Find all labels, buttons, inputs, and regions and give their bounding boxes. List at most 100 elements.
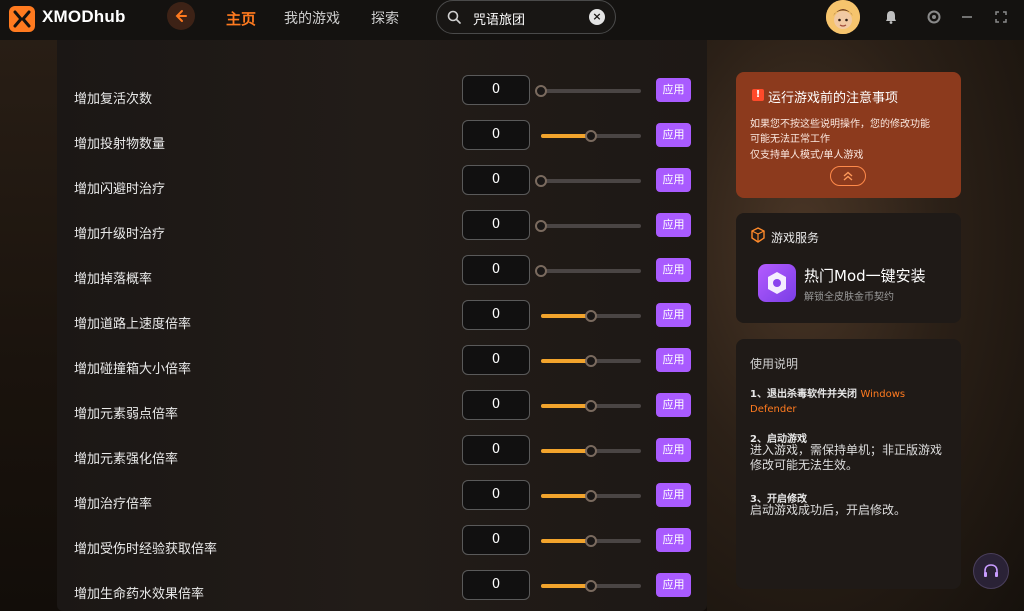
mod-option-label: 增加掉落概率 [74, 272, 153, 287]
headset-icon [984, 564, 998, 577]
slider-fill [541, 494, 591, 498]
mod-option-label: 增加元素弱点倍率 [74, 407, 179, 422]
apply-button[interactable]: 应用 [656, 393, 691, 417]
apply-button[interactable]: 应用 [656, 78, 691, 102]
apply-button[interactable]: 应用 [656, 123, 691, 147]
nav-home[interactable]: 主页 [226, 8, 256, 29]
nav-explore[interactable]: 探索 [371, 8, 399, 28]
mod-value-slider[interactable] [541, 355, 641, 367]
search-input[interactable]: 咒语旅团 [473, 9, 525, 28]
slider-handle[interactable] [535, 220, 547, 232]
slider-handle[interactable] [585, 355, 597, 367]
mod-option-row: 增加闪避时治疗 0 应用 [57, 165, 707, 211]
mod-value-input[interactable]: 0 [462, 255, 530, 285]
mod-option-row: 增加碰撞箱大小倍率 0 应用 [57, 345, 707, 391]
slider-fill [541, 584, 591, 588]
mod-option-row: 增加治疗倍率 0 应用 [57, 480, 707, 526]
package-icon [751, 227, 765, 243]
apply-button[interactable]: 应用 [656, 528, 691, 552]
mod-value-input[interactable]: 0 [462, 525, 530, 555]
search-box[interactable]: 咒语旅团 × [436, 0, 616, 34]
mod-option-label: 增加投射物数量 [74, 137, 166, 152]
mod-value-slider[interactable] [535, 175, 641, 187]
app-brand: XMODhub [42, 7, 126, 26]
mod-value-input[interactable]: 0 [462, 210, 530, 240]
apply-button[interactable]: 应用 [656, 573, 691, 597]
apply-button[interactable]: 应用 [656, 168, 691, 192]
mod-value-input[interactable]: 0 [462, 570, 530, 600]
mod-option-label: 增加元素强化倍率 [74, 452, 179, 467]
apply-button[interactable]: 应用 [656, 438, 691, 462]
mod-value-input[interactable]: 0 [462, 120, 530, 150]
search-icon [447, 10, 461, 24]
mod-install-icon[interactable] [758, 264, 796, 302]
mod-value-slider[interactable] [541, 445, 641, 457]
top-bar: XMODhub 主页 我的游戏 探索 咒语旅团 × [0, 0, 1024, 40]
apply-button[interactable]: 应用 [656, 303, 691, 327]
mod-value-input[interactable]: 0 [462, 165, 530, 195]
slider-handle[interactable] [585, 535, 597, 547]
settings-icon[interactable] [923, 6, 945, 28]
slider-handle[interactable] [535, 175, 547, 187]
mod-value-slider[interactable] [541, 310, 641, 322]
apply-button[interactable]: 应用 [656, 348, 691, 372]
mod-option-label: 增加碰撞箱大小倍率 [74, 362, 192, 377]
mod-value-slider[interactable] [541, 490, 641, 502]
support-button[interactable] [973, 553, 1009, 589]
mod-value-input[interactable]: 0 [462, 390, 530, 420]
mod-options-panel: 增加复活次数 0 应用 增加投射物数量 0 应用 增加闪避时治疗 0 应用 增加升级时治疗 0 应用增… [57, 40, 707, 611]
user-avatar[interactable] [826, 0, 860, 34]
slider-handle[interactable] [585, 310, 597, 322]
notice-title: 运行游戏前的注意事项 [768, 91, 899, 106]
slider-handle[interactable] [535, 85, 547, 97]
notice-line: 仅支持单人模式/单人游戏 [750, 150, 864, 161]
slider-handle[interactable] [585, 445, 597, 457]
back-button[interactable] [167, 2, 195, 30]
apply-button[interactable]: 应用 [656, 483, 691, 507]
step-3-body: 启动游戏成功后，开启修改。 [750, 503, 907, 517]
avatar-image [826, 0, 860, 34]
slider-handle[interactable] [585, 130, 597, 142]
maximize-icon[interactable] [990, 6, 1012, 28]
nav-my-games[interactable]: 我的游戏 [284, 8, 340, 28]
mod-install-title[interactable]: 热门Mod一键安装 [804, 265, 926, 286]
collapse-notice-button[interactable] [830, 166, 866, 186]
arrow-left-icon [175, 10, 187, 22]
mod-value-slider[interactable] [541, 580, 641, 592]
mod-value-slider[interactable] [541, 400, 641, 412]
clear-search-icon[interactable]: × [589, 9, 605, 25]
minimize-icon[interactable] [956, 6, 978, 28]
mod-option-row: 增加道路上速度倍率 0 应用 [57, 300, 707, 346]
warning-icon: ! [752, 89, 764, 101]
mod-value-input[interactable]: 0 [462, 75, 530, 105]
mod-value-input[interactable]: 0 [462, 480, 530, 510]
mod-value-input[interactable]: 0 [462, 300, 530, 330]
mod-option-label: 增加生命药水效果倍率 [74, 587, 205, 602]
mod-option-row: 增加受伤时经验获取倍率 0 应用 [57, 525, 707, 571]
mod-value-slider[interactable] [535, 220, 641, 232]
notice-line: 可能无法正常工作 [750, 134, 830, 145]
mod-option-label: 增加受伤时经验获取倍率 [74, 542, 218, 557]
mod-value-slider[interactable] [541, 535, 641, 547]
mod-value-slider[interactable] [541, 130, 641, 142]
mod-option-label: 增加治疗倍率 [74, 497, 153, 512]
mod-option-label: 增加道路上速度倍率 [74, 317, 192, 332]
step-1-heading: 1、退出杀毒软件并关闭 Windows Defender [750, 387, 950, 417]
apply-button[interactable]: 应用 [656, 213, 691, 237]
apply-button[interactable]: 应用 [656, 258, 691, 282]
mod-value-input[interactable]: 0 [462, 345, 530, 375]
slider-handle[interactable] [535, 265, 547, 277]
slider-handle[interactable] [585, 490, 597, 502]
slider-fill [541, 539, 591, 543]
instructions-card: 使用说明 1、退出杀毒软件并关闭 Windows Defender 2、启动游戏… [736, 339, 961, 589]
chevron-up-icon [843, 171, 853, 181]
mod-value-slider[interactable] [535, 85, 641, 97]
slider-handle[interactable] [585, 580, 597, 592]
mod-value-input[interactable]: 0 [462, 435, 530, 465]
notice-card: ! 运行游戏前的注意事项 如果您不按这些说明操作，您的修改功能 可能无法正常工作… [736, 72, 961, 198]
mod-value-slider[interactable] [535, 265, 641, 277]
slider-fill [541, 314, 591, 318]
notification-icon[interactable] [880, 6, 902, 28]
slider-fill [541, 449, 591, 453]
slider-handle[interactable] [585, 400, 597, 412]
